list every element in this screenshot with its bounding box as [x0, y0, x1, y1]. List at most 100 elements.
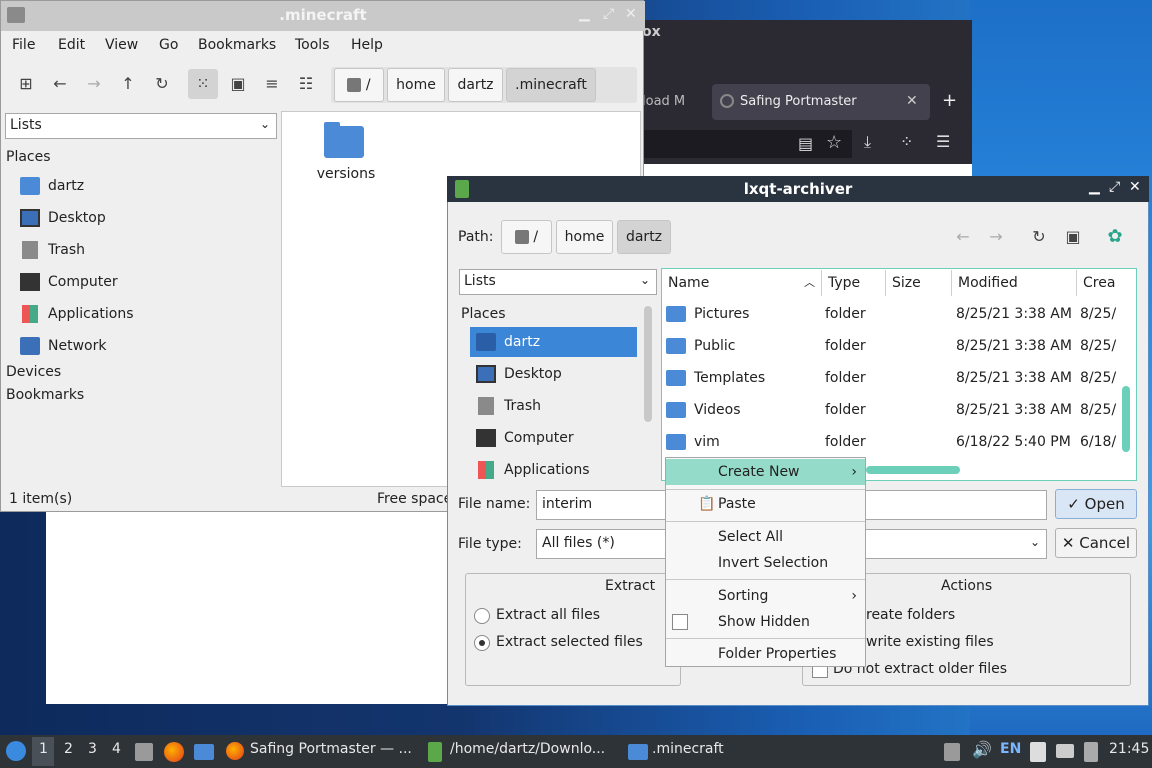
menu-item-create-new[interactable]: Create New › — [666, 459, 865, 485]
task-minecraft[interactable]: .minecraft — [652, 741, 724, 757]
file-manager-launcher-icon[interactable] — [135, 743, 153, 761]
clock[interactable]: 21:45 — [1109, 741, 1149, 757]
horizontal-scrollbar[interactable] — [866, 466, 960, 474]
create-folders-label[interactable]: reate folders — [866, 607, 955, 623]
place-desktop[interactable]: Desktop — [470, 359, 637, 389]
start-menu-icon[interactable] — [6, 741, 26, 761]
table-row[interactable]: vim folder 6/18/22 5:40 PM 6/18/ — [662, 426, 1116, 458]
forward-icon[interactable]: → — [981, 222, 1011, 252]
up-icon[interactable]: ↑ — [113, 69, 143, 99]
compact-view-icon[interactable]: ≡ — [257, 69, 287, 99]
tab-close-icon[interactable]: ✕ — [906, 93, 918, 109]
menu-bookmarks[interactable]: Bookmarks — [198, 37, 276, 53]
folder-icon[interactable] — [324, 122, 364, 158]
menu-edit[interactable]: Edit — [58, 37, 85, 53]
clipboard-icon[interactable] — [1030, 742, 1046, 762]
extract-selected-radio[interactable] — [474, 635, 490, 651]
firefox-tab-active[interactable]: Safing Portmaster ✕ — [712, 84, 930, 120]
column-modified[interactable]: Modified — [952, 270, 1077, 296]
battery-icon[interactable] — [1084, 742, 1098, 762]
menu-icon[interactable]: ☰ — [936, 132, 950, 151]
close-icon[interactable]: ✕ — [1129, 179, 1141, 195]
maximize-icon[interactable]: ⤢ — [603, 6, 614, 22]
vertical-scrollbar[interactable] — [1122, 386, 1130, 452]
place-dartz[interactable]: dartz — [470, 327, 637, 357]
network-icon[interactable] — [1056, 744, 1074, 758]
detailed-view-icon[interactable]: ☷ — [291, 69, 321, 99]
table-row[interactable]: Videos folder 8/25/21 3:38 AM 8/25/ — [662, 394, 1116, 426]
extract-selected-label[interactable]: Extract selected files — [496, 634, 643, 650]
firefox-launcher-icon[interactable] — [164, 742, 184, 762]
menu-item-invert-selection[interactable]: Invert Selection — [666, 550, 865, 576]
place-computer[interactable]: Computer — [20, 267, 270, 297]
back-icon[interactable]: ← — [45, 69, 75, 99]
desktop-4-button[interactable]: 4 — [112, 741, 121, 757]
keyboard-layout-indicator[interactable]: EN — [1000, 741, 1021, 757]
icon-view-icon[interactable]: ⁙ — [188, 69, 218, 99]
devices-header[interactable]: Devices — [6, 364, 61, 380]
place-network[interactable]: Network — [20, 331, 270, 361]
downloads-icon[interactable]: ⤓ — [864, 132, 871, 152]
forward-icon[interactable]: → — [79, 69, 109, 99]
overwrite-label[interactable]: write existing files — [866, 634, 994, 650]
place-trash[interactable]: Trash — [20, 235, 270, 265]
thumbnail-view-icon[interactable]: ▣ — [223, 69, 253, 99]
open-button[interactable]: ✓ Open — [1055, 489, 1137, 519]
volume-icon[interactable]: 🔊 — [972, 740, 992, 759]
desktop-2-button[interactable]: 2 — [64, 741, 73, 757]
place-desktop[interactable]: Desktop — [20, 203, 270, 233]
reader-view-icon[interactable]: ▤ — [798, 134, 813, 153]
menu-file[interactable]: File — [12, 37, 35, 53]
new-tab-icon[interactable]: ⊞ — [11, 69, 41, 99]
bookmarks-header[interactable]: Bookmarks — [6, 387, 84, 403]
minimize-icon[interactable]: ▁ — [579, 6, 590, 22]
extensions-icon[interactable]: ⁘ — [900, 132, 913, 151]
table-row[interactable]: Pictures folder 8/25/21 3:38 AM 8/25/ — [662, 298, 1116, 330]
side-scrollbar[interactable] — [644, 306, 652, 422]
breadcrumb-home[interactable]: home — [387, 68, 445, 102]
table-row[interactable]: Public folder 8/25/21 3:38 AM 8/25/ — [662, 330, 1116, 362]
column-size[interactable]: Size — [886, 270, 952, 296]
maximize-icon[interactable]: ⤢ — [1109, 179, 1120, 195]
place-applications[interactable]: Applications — [20, 299, 270, 329]
task-archiver[interactable]: /home/dartz/Downlo... — [450, 741, 605, 757]
menu-item-sorting[interactable]: Sorting › — [666, 583, 865, 609]
menu-go[interactable]: Go — [159, 37, 178, 53]
menu-item-select-all[interactable]: Select All — [666, 524, 865, 550]
breadcrumb-dartz[interactable]: dartz — [448, 68, 503, 102]
new-tab-button[interactable]: + — [942, 90, 957, 111]
menu-item-folder-properties[interactable]: Folder Properties — [666, 641, 865, 667]
menu-help[interactable]: Help — [351, 37, 383, 53]
column-name[interactable]: Name ︿ — [662, 270, 822, 296]
archiver-logo-icon[interactable]: ✿ — [1100, 222, 1130, 252]
reload-icon[interactable]: ↻ — [1024, 222, 1054, 252]
side-pane-mode-select[interactable]: Lists ⌄ — [5, 113, 277, 139]
firefox-tab[interactable]: load M — [642, 86, 710, 118]
side-pane-mode-select[interactable]: Lists ⌄ — [459, 269, 657, 295]
breadcrumb-home[interactable]: home — [556, 220, 613, 254]
menu-view[interactable]: View — [105, 37, 138, 53]
back-icon[interactable]: ← — [948, 222, 978, 252]
menu-item-paste[interactable]: 📋 Paste — [666, 491, 865, 517]
column-created[interactable]: Crea — [1077, 270, 1135, 296]
column-type[interactable]: Type — [822, 270, 886, 296]
place-applications[interactable]: Applications — [470, 455, 637, 485]
reload-icon[interactable]: ↻ — [147, 69, 177, 99]
menu-item-show-hidden[interactable]: Show Hidden — [666, 609, 865, 635]
cancel-button[interactable]: ✕ Cancel — [1055, 528, 1137, 558]
extract-all-radio[interactable] — [474, 608, 490, 624]
breadcrumb-minecraft[interactable]: .minecraft — [506, 68, 596, 102]
new-folder-icon[interactable]: ▣ — [1058, 222, 1088, 252]
desktop-3-button[interactable]: 3 — [88, 741, 97, 757]
place-dartz[interactable]: dartz — [20, 171, 270, 201]
place-trash[interactable]: Trash — [470, 391, 637, 421]
show-desktop-icon[interactable] — [194, 744, 214, 760]
bookmark-star-icon[interactable]: ☆ — [826, 132, 842, 153]
minimize-icon[interactable]: ▁ — [1089, 179, 1100, 195]
file-name[interactable]: versions — [306, 166, 386, 182]
extract-all-label[interactable]: Extract all files — [496, 607, 600, 623]
breadcrumb-dartz[interactable]: dartz — [617, 220, 671, 254]
menu-tools[interactable]: Tools — [295, 37, 330, 53]
task-firefox[interactable]: Safing Portmaster — ... — [250, 741, 412, 757]
breadcrumb-root[interactable]: / — [501, 220, 552, 254]
